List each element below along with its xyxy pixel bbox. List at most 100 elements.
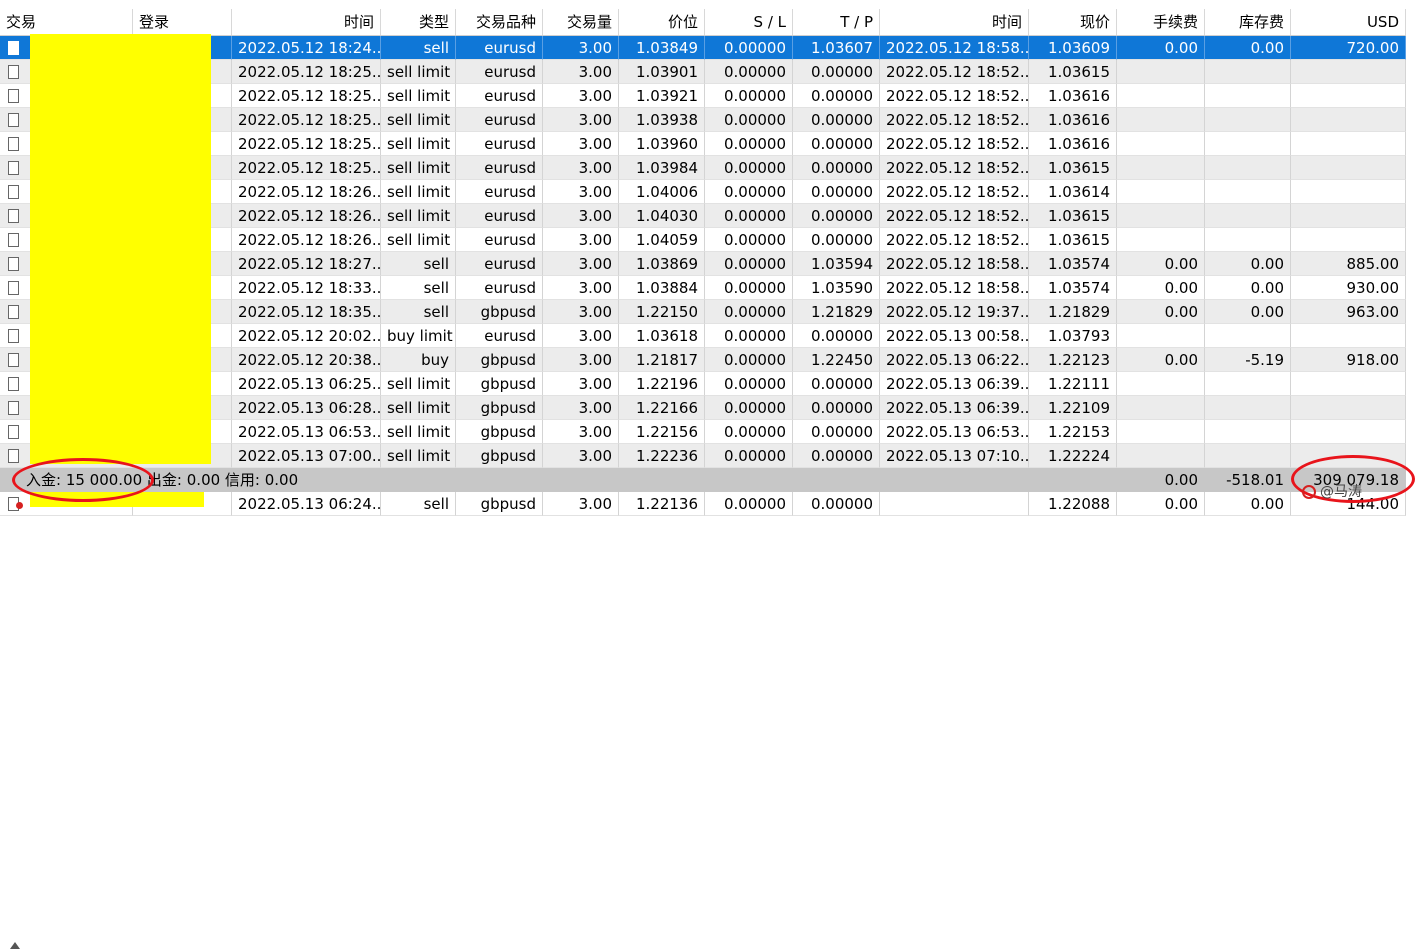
summary-cell <box>705 468 793 492</box>
row-checkbox-icon[interactable] <box>8 377 19 391</box>
table-cell: 2022.05.12 18:52... <box>880 60 1029 84</box>
summary-swap: -518.01 <box>1205 468 1291 492</box>
collapse-arrow-icon[interactable] <box>10 942 20 949</box>
table-cell: 0.00000 <box>705 324 793 348</box>
row-checkbox-icon[interactable] <box>8 185 19 199</box>
table-cell <box>1205 60 1291 84</box>
row-checkbox-icon[interactable] <box>8 353 19 367</box>
table-cell: sell limit <box>381 444 456 468</box>
column-header[interactable]: 库存费 <box>1205 9 1291 35</box>
table-cell: 918.00 <box>1291 348 1406 372</box>
table-cell: 1.22196 <box>619 372 705 396</box>
table-cell: 0.00 <box>1205 252 1291 276</box>
table-cell: 0.00000 <box>793 180 880 204</box>
column-header[interactable]: T / P <box>793 9 880 35</box>
table-cell: 0.00000 <box>705 372 793 396</box>
table-cell: 1.03607 <box>793 36 880 60</box>
table-cell: 3.00 <box>543 204 619 228</box>
row-checkbox-icon[interactable] <box>8 209 19 223</box>
row-checkbox-icon[interactable] <box>8 161 19 175</box>
table-cell: buy <box>381 348 456 372</box>
column-header[interactable]: 登录 <box>133 9 232 35</box>
column-header[interactable]: 手续费 <box>1117 9 1205 35</box>
summary-commission: 0.00 <box>1117 468 1205 492</box>
row-checkbox-icon[interactable] <box>8 425 19 439</box>
table-cell: 1.22111 <box>1029 372 1117 396</box>
table-cell <box>1117 132 1205 156</box>
table-row[interactable]: 2022.05.13 06:24... sell gbpusd 3.00 1.22136… <box>0 492 1406 516</box>
table-cell: 1.22109 <box>1029 396 1117 420</box>
table-cell: 1.03849 <box>619 36 705 60</box>
column-header[interactable]: USD <box>1291 9 1406 35</box>
row-checkbox-icon[interactable] <box>8 89 19 103</box>
table-cell: 2022.05.12 18:58... <box>880 36 1029 60</box>
history-table-row[interactable]: 2022.05.13 06:24... sell gbpusd 3.00 1.22136… <box>0 492 1406 516</box>
table-cell: 0.00000 <box>705 492 793 516</box>
row-checkbox-icon[interactable] <box>8 65 19 79</box>
table-cell: sell limit <box>381 204 456 228</box>
table-cell: 2022.05.13 06:53... <box>232 420 381 444</box>
table-cell: 2022.05.12 18:26... <box>232 228 381 252</box>
column-header[interactable]: 价位 <box>619 9 705 35</box>
column-header[interactable]: S / L <box>705 9 793 35</box>
row-checkbox-icon[interactable] <box>8 41 19 55</box>
column-header[interactable]: 时间 <box>232 9 381 35</box>
table-cell: 2022.05.12 18:26... <box>232 180 381 204</box>
table-cell: 2022.05.12 18:25... <box>232 108 381 132</box>
table-cell: 2022.05.13 06:39... <box>880 372 1029 396</box>
row-checkbox-icon[interactable] <box>8 113 19 127</box>
table-cell: buy limit <box>381 324 456 348</box>
table-cell: 0.00000 <box>705 228 793 252</box>
watermark-text: @马涛 <box>1320 484 1362 500</box>
column-header[interactable]: 交易量 <box>543 9 619 35</box>
table-cell: gbpusd <box>456 492 543 516</box>
table-cell: gbpusd <box>456 372 543 396</box>
column-header[interactable]: 类型 <box>381 9 456 35</box>
row-checkbox-icon[interactable] <box>8 305 19 319</box>
table-cell: 1.21829 <box>793 300 880 324</box>
row-checkbox-icon[interactable] <box>8 281 19 295</box>
table-cell: 0.00 <box>1117 36 1205 60</box>
table-cell: 2022.05.12 18:58... <box>880 276 1029 300</box>
table-cell <box>1291 324 1406 348</box>
table-cell: 0.00 <box>1117 252 1205 276</box>
table-cell: 1.03793 <box>1029 324 1117 348</box>
table-cell: 0.00000 <box>793 156 880 180</box>
table-cell: 3.00 <box>543 84 619 108</box>
table-cell: 3.00 <box>543 180 619 204</box>
table-cell: 0.00000 <box>793 132 880 156</box>
table-cell <box>1205 372 1291 396</box>
table-cell: 1.03614 <box>1029 180 1117 204</box>
row-checkbox-icon[interactable] <box>8 257 19 271</box>
column-header[interactable]: 时间 <box>880 9 1029 35</box>
table-cell: 0.00 <box>1117 276 1205 300</box>
table-cell <box>1117 60 1205 84</box>
row-checkbox-icon[interactable] <box>8 233 19 247</box>
table-cell: -5.19 <box>1205 348 1291 372</box>
row-checkbox-icon[interactable] <box>8 137 19 151</box>
row-checkbox-icon[interactable] <box>8 449 19 463</box>
table-cell: 0.00000 <box>705 348 793 372</box>
table-cell: 2022.05.13 06:53... <box>880 420 1029 444</box>
table-cell: 2022.05.12 18:25... <box>232 156 381 180</box>
row-checkbox-icon[interactable] <box>8 329 19 343</box>
column-header[interactable]: 现价 <box>1029 9 1117 35</box>
table-cell: 2022.05.12 20:38... <box>232 348 381 372</box>
column-header[interactable]: 交易品种 <box>456 9 543 35</box>
table-cell: 2022.05.13 06:25... <box>232 372 381 396</box>
table-cell: 2022.05.12 18:52... <box>880 180 1029 204</box>
table-cell <box>1291 420 1406 444</box>
account-summary-row[interactable]: 入金: 15 000.00 出金: 0.00 信用: 0.00 0.00 -518… <box>0 468 1406 949</box>
table-cell <box>1205 180 1291 204</box>
table-cell: 0.00000 <box>705 84 793 108</box>
table-cell: 963.00 <box>1291 300 1406 324</box>
table-cell: sell limit <box>381 156 456 180</box>
redaction-block <box>30 34 211 464</box>
table-cell: 1.22088 <box>1029 492 1117 516</box>
table-cell: eurusd <box>456 180 543 204</box>
table-cell: 0.00000 <box>793 204 880 228</box>
column-header[interactable]: 交易 <box>0 9 133 35</box>
table-cell: 2022.05.13 06:24... <box>232 492 381 516</box>
table-cell: 3.00 <box>543 348 619 372</box>
row-checkbox-icon[interactable] <box>8 401 19 415</box>
